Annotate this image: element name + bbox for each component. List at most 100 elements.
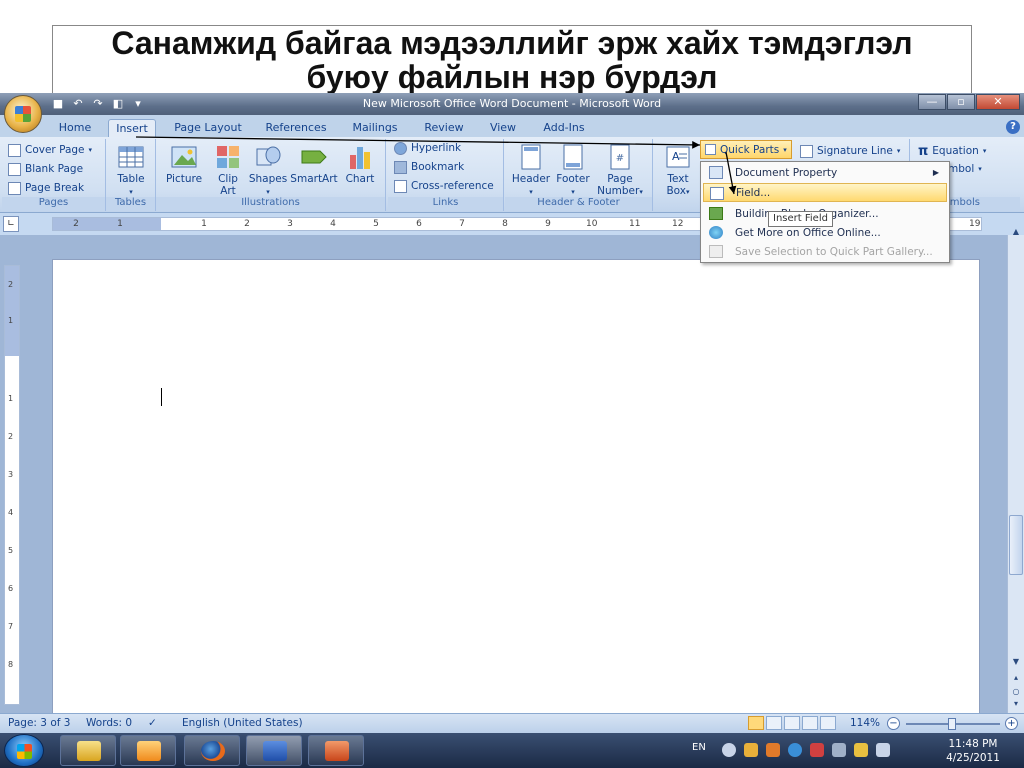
draft-view-icon[interactable] bbox=[820, 716, 836, 730]
outline-view-icon[interactable] bbox=[802, 716, 818, 730]
vruler-tick: 2 bbox=[8, 432, 14, 441]
picture-button[interactable]: Picture bbox=[162, 141, 206, 197]
zoom-out-icon[interactable]: − bbox=[887, 717, 900, 730]
tab-add-ins[interactable]: Add-Ins bbox=[538, 119, 590, 137]
symbol-button[interactable]: mbol ▾ bbox=[948, 160, 982, 178]
header-button[interactable]: Header ▾ bbox=[509, 141, 553, 197]
tab-view[interactable]: View bbox=[484, 119, 522, 137]
cross-reference-button[interactable]: Cross-reference bbox=[394, 177, 494, 195]
signature-line-button[interactable]: Signature Line ▾ bbox=[800, 142, 900, 160]
clock[interactable]: 11:48 PM 4/25/2011 bbox=[940, 737, 1006, 765]
vertical-scrollbar[interactable]: ▲ ▼ ▴ ○ ▾ bbox=[1007, 227, 1024, 713]
clip-art-button[interactable]: Clip Art bbox=[206, 141, 250, 197]
page-count[interactable]: Page: 3 of 3 bbox=[8, 717, 70, 729]
redo-icon[interactable]: ↷ bbox=[90, 96, 106, 111]
ruler-tick: 8 bbox=[502, 219, 508, 229]
tray-icon[interactable] bbox=[766, 743, 780, 757]
document-page[interactable] bbox=[52, 259, 980, 729]
smartart-button[interactable]: SmartArt bbox=[290, 141, 338, 197]
table-button[interactable]: Table ▾ bbox=[109, 141, 153, 197]
proofing-icon[interactable]: ✓ bbox=[148, 717, 157, 729]
undo-icon[interactable]: ↶ bbox=[70, 96, 86, 111]
ruler-tick: 19 bbox=[969, 219, 981, 229]
shapes-button[interactable]: Shapes ▾ bbox=[246, 141, 290, 197]
maximize-button[interactable]: ▫ bbox=[947, 94, 975, 110]
save-icon[interactable]: ■ bbox=[50, 96, 66, 111]
help-icon[interactable]: ? bbox=[1006, 120, 1020, 134]
footer-button[interactable]: Footer ▾ bbox=[551, 141, 595, 197]
zoom-level[interactable]: 114% bbox=[850, 717, 880, 729]
windows-logo-icon bbox=[17, 744, 32, 759]
word-icon bbox=[263, 741, 287, 761]
tab-review[interactable]: Review bbox=[420, 119, 468, 137]
print-preview-icon[interactable]: ◧ bbox=[110, 96, 126, 111]
network-icon[interactable] bbox=[832, 743, 846, 757]
next-page-icon[interactable]: ▾ bbox=[1009, 699, 1023, 713]
view-buttons bbox=[748, 716, 842, 731]
quick-access-toolbar: ■ ↶ ↷ ◧ ▾ bbox=[50, 96, 146, 111]
cross-reference-icon bbox=[394, 179, 407, 193]
quick-parts-button[interactable]: Quick Parts ▾ bbox=[700, 140, 792, 159]
tray-icon[interactable] bbox=[810, 743, 824, 757]
previous-page-icon[interactable]: ▴ bbox=[1009, 673, 1023, 687]
bookmark-button[interactable]: Bookmark bbox=[394, 158, 464, 176]
clock-time: 11:48 PM bbox=[948, 738, 998, 750]
tray-icon[interactable] bbox=[788, 743, 802, 757]
taskbar-explorer[interactable] bbox=[60, 735, 116, 766]
chart-button[interactable]: Chart bbox=[338, 141, 382, 197]
language-indicator[interactable]: English (United States) bbox=[182, 717, 303, 729]
firefox-icon bbox=[201, 741, 225, 761]
menu-item-field[interactable]: Field... bbox=[703, 183, 947, 202]
tray-icon[interactable] bbox=[744, 743, 758, 757]
scroll-down-icon[interactable]: ▼ bbox=[1009, 657, 1023, 671]
minimize-button[interactable]: — bbox=[918, 94, 946, 110]
taskbar-firefox[interactable] bbox=[184, 735, 240, 766]
tab-page-layout[interactable]: Page Layout bbox=[170, 119, 246, 137]
tab-insert[interactable]: Insert bbox=[108, 119, 156, 137]
group-label-pages: Pages bbox=[2, 197, 105, 211]
smartart-icon bbox=[301, 150, 327, 164]
svg-text:#: # bbox=[616, 153, 624, 164]
taskbar-media-player[interactable] bbox=[120, 735, 176, 766]
print-layout-view-icon[interactable] bbox=[748, 716, 764, 730]
menu-item-document-property[interactable]: Document Property ▶ bbox=[703, 163, 947, 182]
tab-references[interactable]: References bbox=[262, 119, 330, 137]
close-button[interactable]: ✕ bbox=[976, 94, 1020, 110]
tab-home[interactable]: Home bbox=[52, 119, 98, 137]
text-box-button[interactable]: A Text Box▾ bbox=[656, 141, 700, 197]
slide-caption: Санамжид байгаа мэдээллийг эрж хайх тэмд… bbox=[52, 25, 972, 93]
customize-qat-icon[interactable]: ▾ bbox=[130, 96, 146, 111]
tray-icon[interactable] bbox=[722, 743, 736, 757]
start-button[interactable] bbox=[4, 734, 44, 767]
document-workspace: 2 1 1 2 3 4 5 6 7 8 ▲ ▼ ▴ ○ ▾ bbox=[0, 227, 1024, 729]
field-icon bbox=[710, 187, 724, 200]
page-break-button[interactable]: Page Break bbox=[8, 179, 84, 197]
language-bar[interactable]: EN bbox=[692, 742, 706, 753]
word-count[interactable]: Words: 0 bbox=[86, 717, 132, 729]
zoom-slider-knob[interactable] bbox=[948, 718, 956, 730]
cover-page-button[interactable]: Cover Page ▾ bbox=[8, 141, 92, 159]
taskbar-word[interactable] bbox=[246, 735, 302, 766]
vruler-tick: 1 bbox=[8, 316, 14, 325]
action-center-icon[interactable] bbox=[854, 743, 868, 757]
vruler-tick: 3 bbox=[8, 470, 14, 479]
scroll-thumb[interactable] bbox=[1009, 515, 1023, 575]
full-screen-reading-view-icon[interactable] bbox=[766, 716, 782, 730]
group-label-tables: Tables bbox=[106, 197, 155, 211]
zoom-in-icon[interactable]: + bbox=[1005, 717, 1018, 730]
taskbar-powerpoint[interactable] bbox=[308, 735, 364, 766]
page-number-icon: # bbox=[610, 144, 630, 170]
scroll-up-icon[interactable]: ▲ bbox=[1009, 227, 1023, 241]
cover-page-icon bbox=[8, 143, 21, 157]
office-button[interactable] bbox=[4, 95, 42, 133]
blank-page-button[interactable]: Blank Page bbox=[8, 160, 83, 178]
tab-stop-selector[interactable]: ∟ bbox=[3, 216, 19, 232]
page-number-button[interactable]: # Page Number▾ bbox=[595, 141, 645, 197]
vertical-ruler[interactable]: 2 1 1 2 3 4 5 6 7 8 bbox=[4, 265, 20, 705]
web-layout-view-icon[interactable] bbox=[784, 716, 800, 730]
volume-icon[interactable] bbox=[876, 743, 890, 757]
equation-button[interactable]: π Equation ▾ bbox=[918, 142, 986, 160]
menu-item-save-selection: Save Selection to Quick Part Gallery... bbox=[703, 242, 947, 261]
tab-mailings[interactable]: Mailings bbox=[346, 119, 404, 137]
hyperlink-button[interactable]: Hyperlink bbox=[394, 139, 461, 157]
